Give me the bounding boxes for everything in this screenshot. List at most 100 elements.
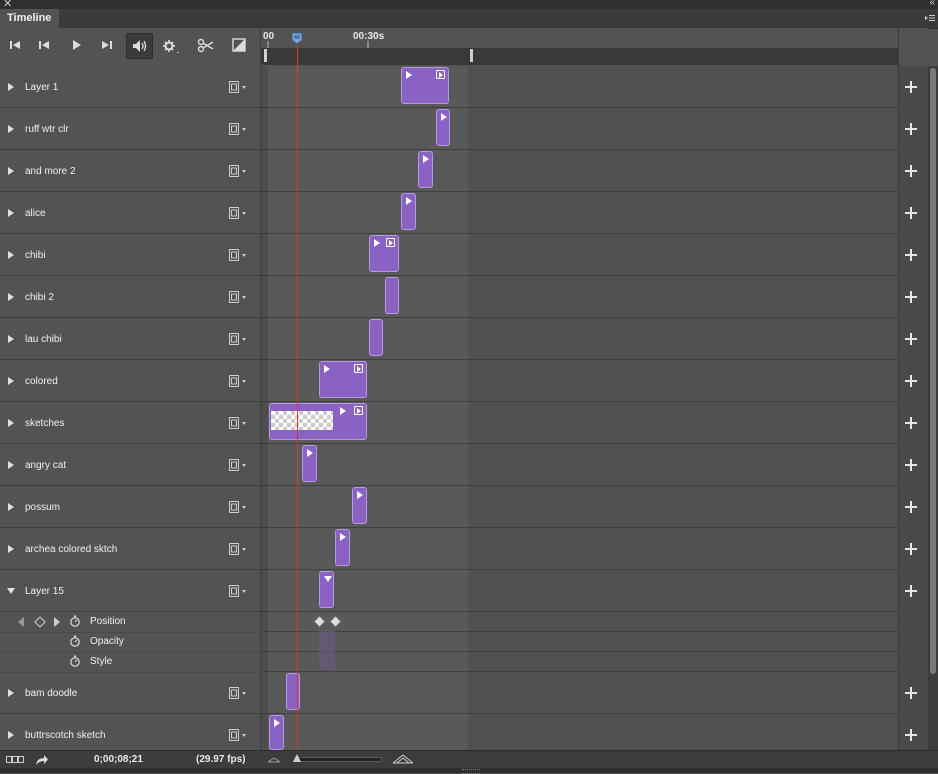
frame-animation-icon[interactable] <box>6 755 24 765</box>
expand-triangle-icon[interactable] <box>8 731 14 739</box>
layer-row[interactable]: and more 2 <box>0 150 260 192</box>
layer-row[interactable]: angry cat <box>0 444 260 486</box>
expand-triangle-icon[interactable] <box>8 503 14 511</box>
expand-triangle-icon[interactable] <box>8 251 14 259</box>
film-strip-icon[interactable] <box>229 81 247 93</box>
add-media-button[interactable] <box>904 332 918 346</box>
expand-triangle-icon[interactable] <box>8 335 14 343</box>
expand-triangle-icon[interactable] <box>8 545 14 553</box>
expand-triangle-icon[interactable] <box>8 209 14 217</box>
panel-menu-icon[interactable] <box>925 13 935 23</box>
current-timecode[interactable]: 0;00;08;21 <box>94 754 143 765</box>
film-strip-icon[interactable] <box>229 585 247 597</box>
work-area-end-handle[interactable] <box>469 48 474 63</box>
work-area-bar[interactable] <box>261 48 898 65</box>
panel-divider[interactable] <box>260 28 261 750</box>
expand-triangle-icon[interactable] <box>8 125 14 133</box>
film-strip-icon[interactable] <box>229 123 247 135</box>
film-strip-icon[interactable] <box>229 729 247 741</box>
clip-archea-colored-sktch[interactable] <box>335 529 350 566</box>
work-area-start-handle[interactable] <box>263 48 268 63</box>
zoom-slider-thumb[interactable] <box>293 754 301 762</box>
add-media-button[interactable] <box>904 374 918 388</box>
add-media-button[interactable] <box>904 248 918 262</box>
expand-triangle-icon[interactable] <box>8 293 14 301</box>
render-video-icon[interactable] <box>35 754 49 766</box>
add-media-button[interactable] <box>904 542 918 556</box>
previous-frame-button[interactable] <box>34 34 56 56</box>
film-strip-icon[interactable] <box>229 543 247 555</box>
film-strip-icon[interactable] <box>229 459 247 471</box>
add-media-button[interactable] <box>904 290 918 304</box>
film-strip-icon[interactable] <box>229 165 247 177</box>
expand-triangle-icon[interactable] <box>8 689 14 697</box>
expand-triangle-icon[interactable] <box>8 419 14 427</box>
film-strip-icon[interactable] <box>229 333 247 345</box>
add-media-button[interactable] <box>904 458 918 472</box>
clip-sketches[interactable] <box>269 403 367 440</box>
clip-chibi-2[interactable] <box>385 277 399 314</box>
add-media-button[interactable] <box>904 416 918 430</box>
clip-chibi[interactable] <box>369 235 399 272</box>
clip-alice[interactable] <box>401 193 416 230</box>
clip-colored[interactable] <box>319 361 367 398</box>
audio-toggle-button[interactable] <box>126 33 153 59</box>
clip-ruff-wtr-clr[interactable] <box>436 109 450 146</box>
playhead-handle[interactable] <box>291 32 303 45</box>
vertical-scroll-thumb[interactable] <box>930 68 936 674</box>
clip-layer-15[interactable] <box>319 571 334 608</box>
transition-button[interactable] <box>228 34 250 56</box>
layer-row[interactable]: ruff wtr clr <box>0 108 260 150</box>
layer-row[interactable]: bam doodle <box>0 672 260 714</box>
expand-triangle-icon[interactable] <box>8 461 14 469</box>
go-to-first-frame-button[interactable] <box>4 34 26 56</box>
stopwatch-icon[interactable] <box>69 615 81 627</box>
next-frame-button[interactable] <box>96 34 118 56</box>
settings-button[interactable] <box>158 34 180 56</box>
layer-row[interactable]: Layer 1 <box>0 66 260 108</box>
zoom-slider-track[interactable] <box>295 757 382 762</box>
layer-row[interactable]: lau chibi <box>0 318 260 360</box>
collapse-panel-icon[interactable]: « <box>929 0 935 8</box>
add-media-button[interactable] <box>904 686 918 700</box>
film-strip-icon[interactable] <box>229 687 247 699</box>
film-strip-icon[interactable] <box>229 291 247 303</box>
add-media-button[interactable] <box>904 206 918 220</box>
film-strip-icon[interactable] <box>229 375 247 387</box>
clip-angry-cat[interactable] <box>302 445 317 482</box>
layer-row[interactable]: chibi 2 <box>0 276 260 318</box>
layer-row[interactable]: possum <box>0 486 260 528</box>
stopwatch-icon[interactable] <box>69 635 81 647</box>
layer-row[interactable]: buttrscotch sketch <box>0 714 260 750</box>
layer-row[interactable]: sketches <box>0 402 260 444</box>
film-strip-icon[interactable] <box>229 501 247 513</box>
add-media-button[interactable] <box>904 584 918 598</box>
expand-triangle-icon[interactable] <box>8 83 14 91</box>
layer-row[interactable]: colored <box>0 360 260 402</box>
layer-row-expanded[interactable]: Layer 15 <box>0 570 260 612</box>
add-media-button[interactable] <box>904 80 918 94</box>
layer-row[interactable]: chibi <box>0 234 260 276</box>
film-strip-icon[interactable] <box>229 207 247 219</box>
clip-and-more-2[interactable] <box>418 151 433 188</box>
film-strip-icon[interactable] <box>229 417 247 429</box>
clip-layer-1[interactable] <box>401 67 449 104</box>
split-at-playhead-button[interactable] <box>195 34 217 56</box>
film-strip-icon[interactable] <box>229 249 247 261</box>
add-media-button[interactable] <box>904 164 918 178</box>
expand-triangle-icon[interactable] <box>8 167 14 175</box>
tab-timeline[interactable]: Timeline <box>0 9 60 28</box>
clip-possum[interactable] <box>352 487 367 524</box>
add-media-button[interactable] <box>904 122 918 136</box>
resize-grip-icon[interactable] <box>462 769 480 774</box>
layer-row[interactable]: archea colored sktch <box>0 528 260 570</box>
layer-row[interactable]: alice <box>0 192 260 234</box>
clip-lau-chibi[interactable] <box>369 319 383 356</box>
collapse-triangle-icon[interactable] <box>7 588 15 594</box>
zoom-out-icon[interactable] <box>268 757 280 763</box>
stopwatch-icon[interactable] <box>69 655 81 667</box>
time-ruler[interactable]: 00 00:30s <box>261 28 898 48</box>
zoom-in-icon[interactable] <box>393 754 413 764</box>
play-button[interactable] <box>65 34 87 56</box>
add-media-button[interactable] <box>904 728 918 742</box>
